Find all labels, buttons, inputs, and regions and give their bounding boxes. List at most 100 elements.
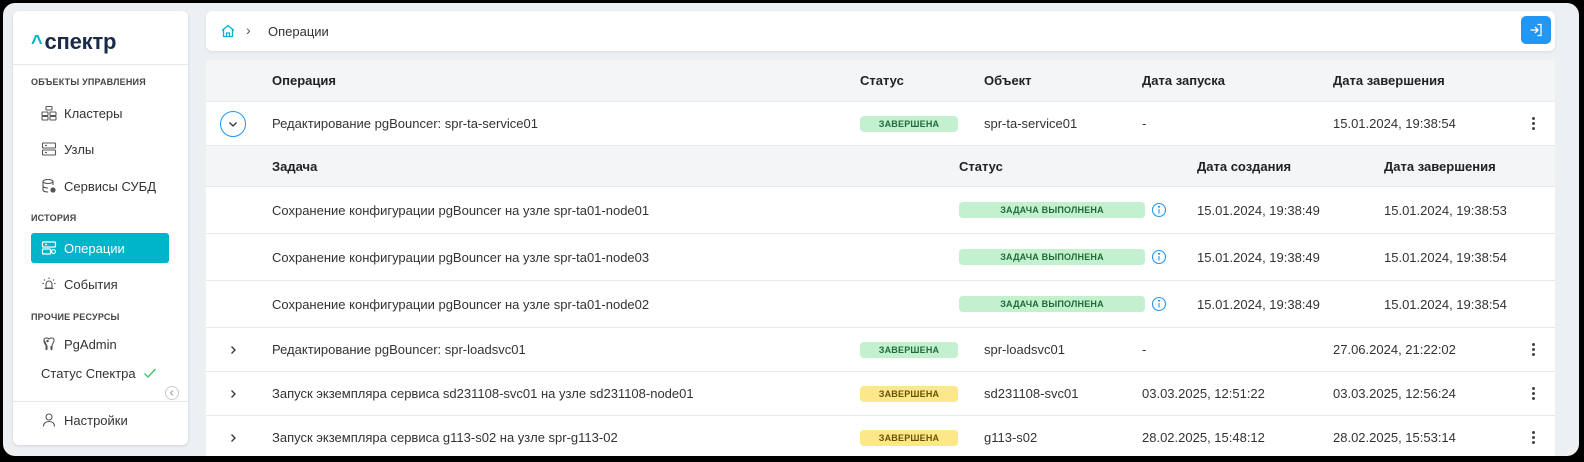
sidebar-item-label: Операции <box>64 240 125 256</box>
task-name: Сохранение конфигурации pgBouncer на узл… <box>272 249 650 265</box>
user-icon <box>41 412 57 428</box>
sidebar-item-label: PgAdmin <box>64 336 117 352</box>
operation-start: - <box>1142 342 1147 357</box>
task-end: 15.01.2024, 19:38:54 <box>1384 296 1507 312</box>
app-window: ^спектр ОБЪЕКТЫ УПРАВЛЕНИЯ Кластеры Узлы… <box>3 3 1579 456</box>
col-object[interactable]: Объект <box>984 60 1032 101</box>
logo[interactable]: ^спектр <box>31 29 116 55</box>
row-menu-button[interactable] <box>1528 343 1538 356</box>
clusters-icon <box>41 105 57 121</box>
sidebar-item-label: Узлы <box>64 141 95 157</box>
expand-row-button[interactable] <box>220 381 246 407</box>
subtable-row: Сохранение конфигурации pgBouncer на узл… <box>206 187 1555 234</box>
info-icon[interactable] <box>1151 202 1167 218</box>
subtable-row: Сохранение конфигурации pgBouncer на узл… <box>206 234 1555 281</box>
operation-end: 15.01.2024, 19:38:54 <box>1333 116 1456 131</box>
task-created: 15.01.2024, 19:38:49 <box>1197 202 1320 218</box>
chevron-right-icon <box>231 390 236 398</box>
col-end[interactable]: Дата завершения <box>1333 60 1445 101</box>
operation-end: 28.02.2025, 15:53:14 <box>1333 430 1456 445</box>
task-created: 15.01.2024, 19:38:49 <box>1197 249 1320 265</box>
table-row[interactable]: Запуск экземпляра сервиса g113-s02 на уз… <box>206 416 1555 456</box>
sidebar-item-label: Статус Спектра <box>41 365 136 381</box>
col-task: Задача <box>272 158 318 174</box>
col-start[interactable]: Дата запуска <box>1142 60 1225 101</box>
status-badge: ЗАВЕРШЕНА <box>860 341 958 358</box>
events-icon <box>41 276 57 292</box>
section-other: ПРОЧИЕ РЕСУРСЫ <box>31 312 120 322</box>
row-menu-button[interactable] <box>1528 431 1538 444</box>
operation-end: 27.06.2024, 21:22:02 <box>1333 342 1456 357</box>
chevron-down-icon <box>229 122 237 127</box>
operation-object: sd231108-svc01 <box>984 386 1079 401</box>
operation-start: 28.02.2025, 15:48:12 <box>1142 430 1265 445</box>
operation-object: spr-loadsvc01 <box>984 342 1065 357</box>
status-badge: ЗАВЕРШЕНА <box>860 429 958 446</box>
chevron-left-icon <box>169 390 174 396</box>
sidebar-collapse-button[interactable] <box>165 386 179 400</box>
info-icon[interactable] <box>1151 249 1167 265</box>
sidebar-item-label: Сервисы СУБД <box>64 178 157 194</box>
section-objects: ОБЪЕКТЫ УПРАВЛЕНИЯ <box>31 77 146 87</box>
logout-icon <box>1530 23 1542 37</box>
logo-text: спектр <box>44 29 117 54</box>
table-row[interactable]: Редактирование pgBouncer: spr-ta-service… <box>206 102 1555 146</box>
sidebar: ^спектр ОБЪЕКТЫ УПРАВЛЕНИЯ Кластеры Узлы… <box>13 11 188 445</box>
expand-row-button[interactable] <box>220 337 246 363</box>
task-end: 15.01.2024, 19:38:54 <box>1384 249 1507 265</box>
server-icon <box>41 141 57 157</box>
sidebar-item-operations[interactable]: Операции <box>31 233 169 263</box>
operation-name: Запуск экземпляра сервиса sd231108-svc01… <box>272 386 694 401</box>
table-row[interactable]: Запуск экземпляра сервиса sd231108-svc01… <box>206 372 1555 416</box>
operation-object: g113-s02 <box>984 430 1038 445</box>
col-status[interactable]: Статус <box>860 60 904 101</box>
col-task-created: Дата создания <box>1197 158 1292 174</box>
row-menu-button[interactable] <box>1528 387 1538 400</box>
collapse-row-button[interactable] <box>220 111 246 137</box>
section-history: ИСТОРИЯ <box>31 213 77 223</box>
breadcrumb-separator: › <box>246 22 251 38</box>
operation-name: Запуск экземпляра сервиса g113-s02 на уз… <box>272 430 618 445</box>
expand-row-button[interactable] <box>220 425 246 451</box>
pgadmin-icon <box>41 336 57 352</box>
operation-start: 03.03.2025, 12:51:22 <box>1142 386 1265 401</box>
sidebar-item-status[interactable]: Статус Спектра <box>31 358 169 388</box>
info-icon[interactable] <box>1151 296 1167 312</box>
status-badge: ЗАВЕРШЕНА <box>860 115 958 132</box>
operation-name: Редактирование pgBouncer: spr-loadsvc01 <box>272 342 526 357</box>
header-bar: › Операции <box>206 11 1555 51</box>
sidebar-item-dbms[interactable]: Сервисы СУБД <box>31 171 169 201</box>
table-header: Операция Статус Объект Дата запуска Дата… <box>206 60 1555 102</box>
col-task-status: Статус <box>959 158 1003 174</box>
sidebar-item-label: Настройки <box>64 412 128 428</box>
task-status-badge: ЗАДАЧА ВЫПОЛНЕНА <box>959 249 1145 265</box>
sidebar-item-pgadmin[interactable]: PgAdmin <box>31 329 169 359</box>
logo-caret: ^ <box>31 32 43 54</box>
breadcrumb: Операции <box>268 24 329 39</box>
operation-end: 03.03.2025, 12:56:24 <box>1333 386 1456 401</box>
task-status-badge: ЗАДАЧА ВЫПОЛНЕНА <box>959 296 1145 312</box>
operation-start: - <box>1142 116 1147 131</box>
subtable-header: Задача Статус Дата создания Дата заверше… <box>206 146 1555 187</box>
row-menu-button[interactable] <box>1528 117 1538 130</box>
sidebar-item-label: События <box>64 276 118 292</box>
sidebar-item-label: Кластеры <box>64 105 123 121</box>
task-status-badge: ЗАДАЧА ВЫПОЛНЕНА <box>959 202 1145 218</box>
status-badge: ЗАВЕРШЕНА <box>860 385 958 402</box>
chevron-right-icon <box>231 434 236 442</box>
database-icon <box>41 178 57 194</box>
operation-object: spr-ta-service01 <box>984 116 1078 131</box>
col-operation[interactable]: Операция <box>272 60 336 101</box>
task-end: 15.01.2024, 19:38:53 <box>1384 202 1507 218</box>
chevron-right-icon <box>231 346 236 354</box>
sidebar-item-settings[interactable]: Настройки <box>31 405 169 435</box>
sidebar-item-nodes[interactable]: Узлы <box>31 134 169 164</box>
operations-table: Операция Статус Объект Дата запуска Дата… <box>206 60 1555 456</box>
home-icon[interactable] <box>220 23 236 39</box>
sidebar-item-events[interactable]: События <box>31 269 169 299</box>
sidebar-item-clusters[interactable]: Кластеры <box>31 98 169 128</box>
table-row[interactable]: Редактирование pgBouncer: spr-loadsvc01 … <box>206 328 1555 372</box>
logout-button[interactable] <box>1521 16 1551 44</box>
operation-name: Редактирование pgBouncer: spr-ta-service… <box>272 116 538 131</box>
operations-icon <box>41 240 57 256</box>
